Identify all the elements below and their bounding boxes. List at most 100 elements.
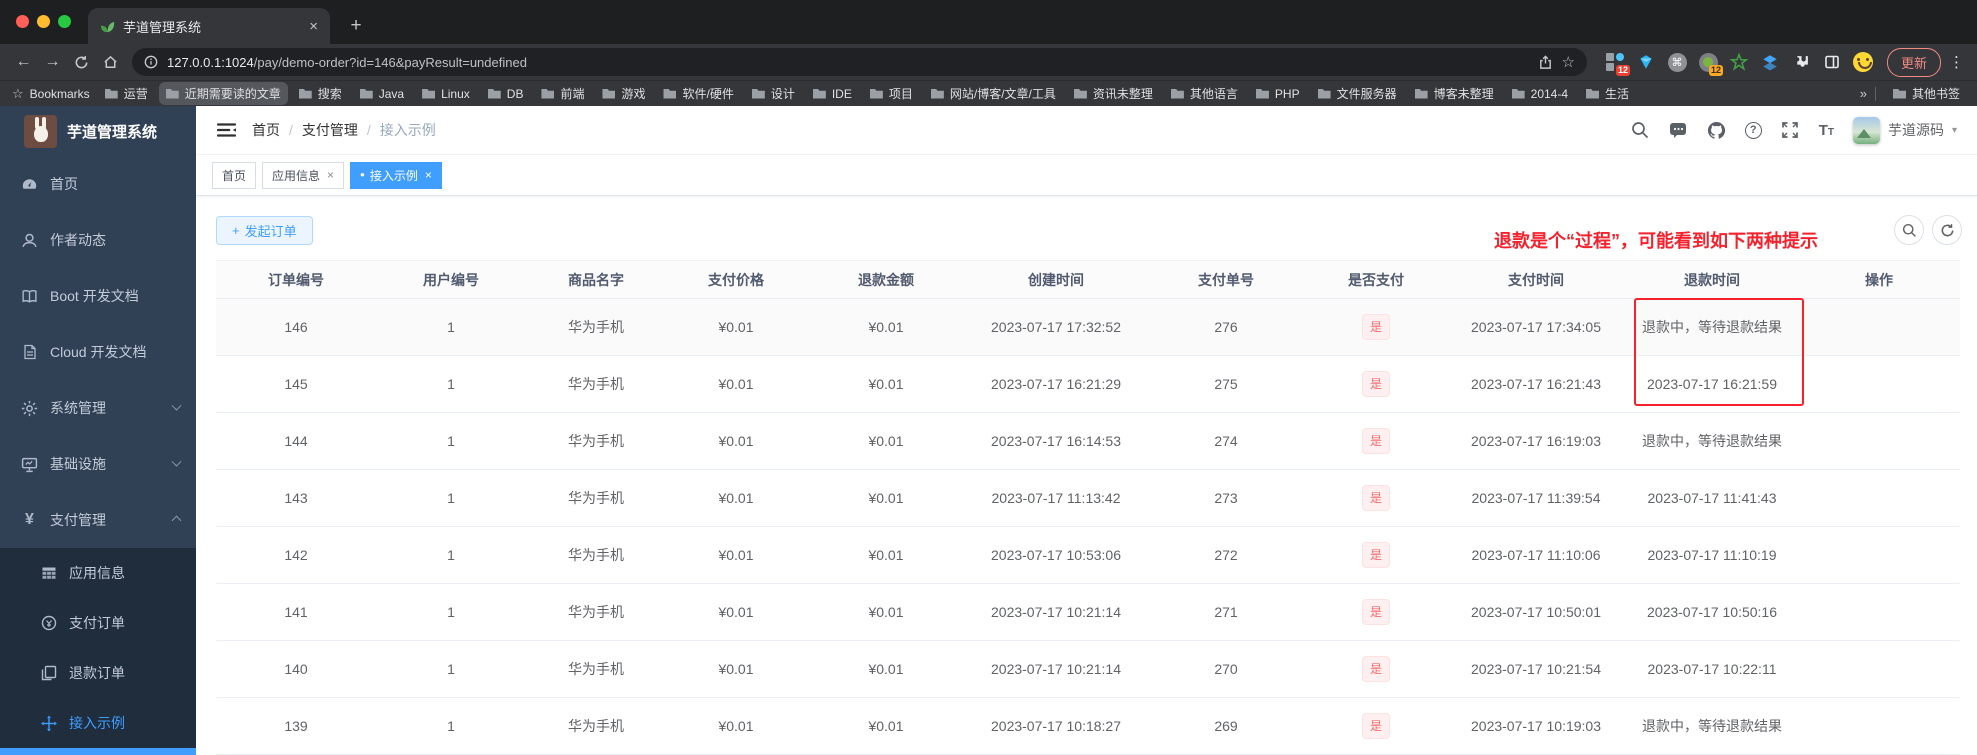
bookmark-folder[interactable]: 软件/硬件 [656,82,740,105]
table-row[interactable]: 143 1 华为手机 ¥0.01 ¥0.01 2023-07-17 11:13:42 273… [216,469,1960,527]
content-area: + 发起订单 退款是个“过程”，可能看到如下两种提示 订单编号 用户编号 商品名字支… [196,196,1977,755]
extension-recorder-icon[interactable]: 12 [1698,52,1723,76]
tab-close-icon[interactable]: × [309,18,318,35]
sidebar-subitem-grid[interactable]: 应用信息 [0,548,196,598]
back-button[interactable]: ← [10,49,37,76]
bookmark-star-icon[interactable]: ☆ [1562,53,1575,71]
bookmarks-overflow-chevron[interactable]: » [1860,86,1867,101]
bookmark-label: IDE [831,86,852,101]
hamburger-icon[interactable] [216,120,236,140]
table-refresh-button[interactable] [1932,215,1962,245]
github-icon[interactable] [1707,121,1726,140]
bookmark-folder[interactable]: 资讯未整理 [1067,82,1160,105]
other-bookmarks-folder[interactable]: 其他书签 [1886,82,1967,105]
bookmark-folder[interactable]: 设计 [745,82,802,105]
extensions-puzzle-icon[interactable] [1791,52,1811,72]
bookmark-folder[interactable]: PHP [1249,84,1307,104]
column-header: 退款金额 [806,260,966,299]
fullscreen-icon[interactable] [1781,121,1800,140]
bookmark-folder[interactable]: 2014-4 [1505,84,1575,104]
move-icon [41,715,57,731]
search-icon[interactable] [1631,121,1650,140]
bookmark-folder[interactable]: IDE [806,84,859,104]
chrome-menu-icon[interactable]: ⋮ [1949,53,1965,71]
font-size-icon[interactable]: TT [1819,122,1834,139]
tag-close-icon[interactable]: × [425,168,432,182]
home-button[interactable] [97,49,124,76]
bookmark-folder[interactable]: 博客未整理 [1408,82,1501,105]
breadcrumb-item[interactable]: 首页 [252,120,280,140]
table-row[interactable]: 139 1 华为手机 ¥0.01 ¥0.01 2023-07-17 10:18:27 269… [216,697,1960,755]
table-row[interactable]: 141 1 华为手机 ¥0.01 ¥0.01 2023-07-17 10:21:14 271… [216,583,1960,641]
url-bar[interactable]: 127.0.0.1:1024/pay/demo-order?id=146&pay… [132,48,1587,76]
chrome-update-button[interactable]: 更新 [1887,47,1942,77]
window-close-button[interactable] [16,15,29,28]
table-row[interactable]: 140 1 华为手机 ¥0.01 ¥0.01 2023-07-17 10:21:14 270… [216,640,1960,698]
share-icon[interactable] [1538,54,1553,70]
new-tab-button[interactable]: + [342,12,370,40]
breadcrumb-item[interactable]: 支付管理 [302,120,358,140]
tag-item[interactable]: ●首页 [212,161,257,189]
bookmark-folder[interactable]: 项目 [863,82,920,105]
forward-button[interactable]: → [39,49,66,76]
bookmark-folder[interactable]: 网站/博客/文章/工具 [924,82,1063,105]
bookmark-folder[interactable]: Linux [415,84,477,104]
admin-app: 芋道管理系统 首页作者动态 Boot 开发文档 Cloud 开发文档 系统管理 基础设施… [0,106,1977,755]
sidebar-subitem-pay[interactable]: 支付订单 [0,598,196,648]
window-zoom-button[interactable] [58,15,71,28]
sidebar-item-yen[interactable]: ¥ 支付管理 [0,492,196,548]
site-info-icon[interactable] [144,55,158,69]
table-row[interactable]: 145 1 华为手机 ¥0.01 ¥0.01 2023-07-17 16:21:29 275… [216,355,1960,413]
bookmark-folder[interactable]: Java [353,84,411,104]
sidebar-item-label: 首页 [50,176,78,192]
sidebar-subitem-move[interactable]: 接入示例 [0,698,196,748]
sidebar-item-book[interactable]: Boot 开发文档 [0,268,196,324]
tag-close-icon[interactable]: × [327,168,334,182]
bookmark-folder[interactable]: 文件服务器 [1311,82,1404,105]
extension-icons: 12 ⌘ 12 [1605,52,1873,76]
sidebar-item-user[interactable]: 作者动态 [0,212,196,268]
sidebar-item-monitor[interactable]: 基础设施 [0,436,196,492]
window-minimize-button[interactable] [37,15,50,28]
table-row[interactable]: 142 1 华为手机 ¥0.01 ¥0.01 2023-07-17 10:53:06 272… [216,526,1960,584]
sidebar-logo[interactable]: 芋道管理系统 [0,106,196,156]
create-order-button[interactable]: + 发起订单 [216,216,313,245]
bookmarks-bar: ☆ Bookmarks 运营 近期需要读的文章 搜索 Java Linux DB 前端 游戏 软… [0,80,1977,106]
bookmark-folder[interactable]: 运营 [98,82,155,105]
table-cell [1798,583,1960,641]
table-cell: 143 [216,469,376,527]
bookmark-folder[interactable]: 其他语言 [1164,82,1245,105]
table-search-button[interactable] [1894,215,1924,245]
bookmark-folder[interactable]: 生活 [1579,82,1636,105]
sidebar-item-dashboard[interactable]: 首页 [0,156,196,212]
user-menu[interactable]: 芋道源码 ▾ [1852,116,1957,144]
bookmark-folder[interactable]: 搜索 [292,82,349,105]
reload-button[interactable] [68,49,95,76]
yen-icon: ¥ [25,511,34,528]
breadcrumb-item: 接入示例 [379,122,436,138]
side-panel-icon[interactable] [1822,52,1842,72]
extension-layers-icon[interactable] [1760,52,1780,72]
extension-badge: 12 [1708,65,1723,76]
sidebar-item-gear[interactable]: 系统管理 [0,380,196,436]
bookmark-folder[interactable]: DB [481,84,531,104]
extension-grid-icon[interactable]: 12 [1605,52,1630,76]
profile-avatar-icon[interactable] [1853,52,1873,72]
bookmark-folder[interactable]: 游戏 [595,82,652,105]
sidebar-subitem-refund[interactable]: 退款订单 [0,648,196,698]
table-row[interactable]: 144 1 华为手机 ¥0.01 ¥0.01 2023-07-17 16:14:53 274… [216,412,1960,470]
url-host: 127.0.0.1:1024 [167,54,254,70]
table-row[interactable]: 146 1 华为手机 ¥0.01 ¥0.01 2023-07-17 17:32:52 276… [216,298,1960,356]
sidebar-item-doc[interactable]: Cloud 开发文档 [0,324,196,380]
extension-star-icon[interactable] [1729,52,1749,72]
help-icon[interactable]: ? [1744,121,1762,139]
tag-active[interactable]: ● 接入示例 × [350,161,442,189]
bookmark-folder[interactable]: 近期需要读的文章 [158,82,288,105]
table-cell [1798,697,1960,755]
extension-gem-icon[interactable] [1636,52,1656,72]
tag-item[interactable]: ●应用信息× [262,161,345,189]
extension-command-icon[interactable]: ⌘ [1667,52,1687,72]
bookmark-folder[interactable]: 前端 [534,82,591,105]
message-icon[interactable] [1669,121,1688,140]
browser-tab[interactable]: 芋道管理系统 × [88,8,330,44]
